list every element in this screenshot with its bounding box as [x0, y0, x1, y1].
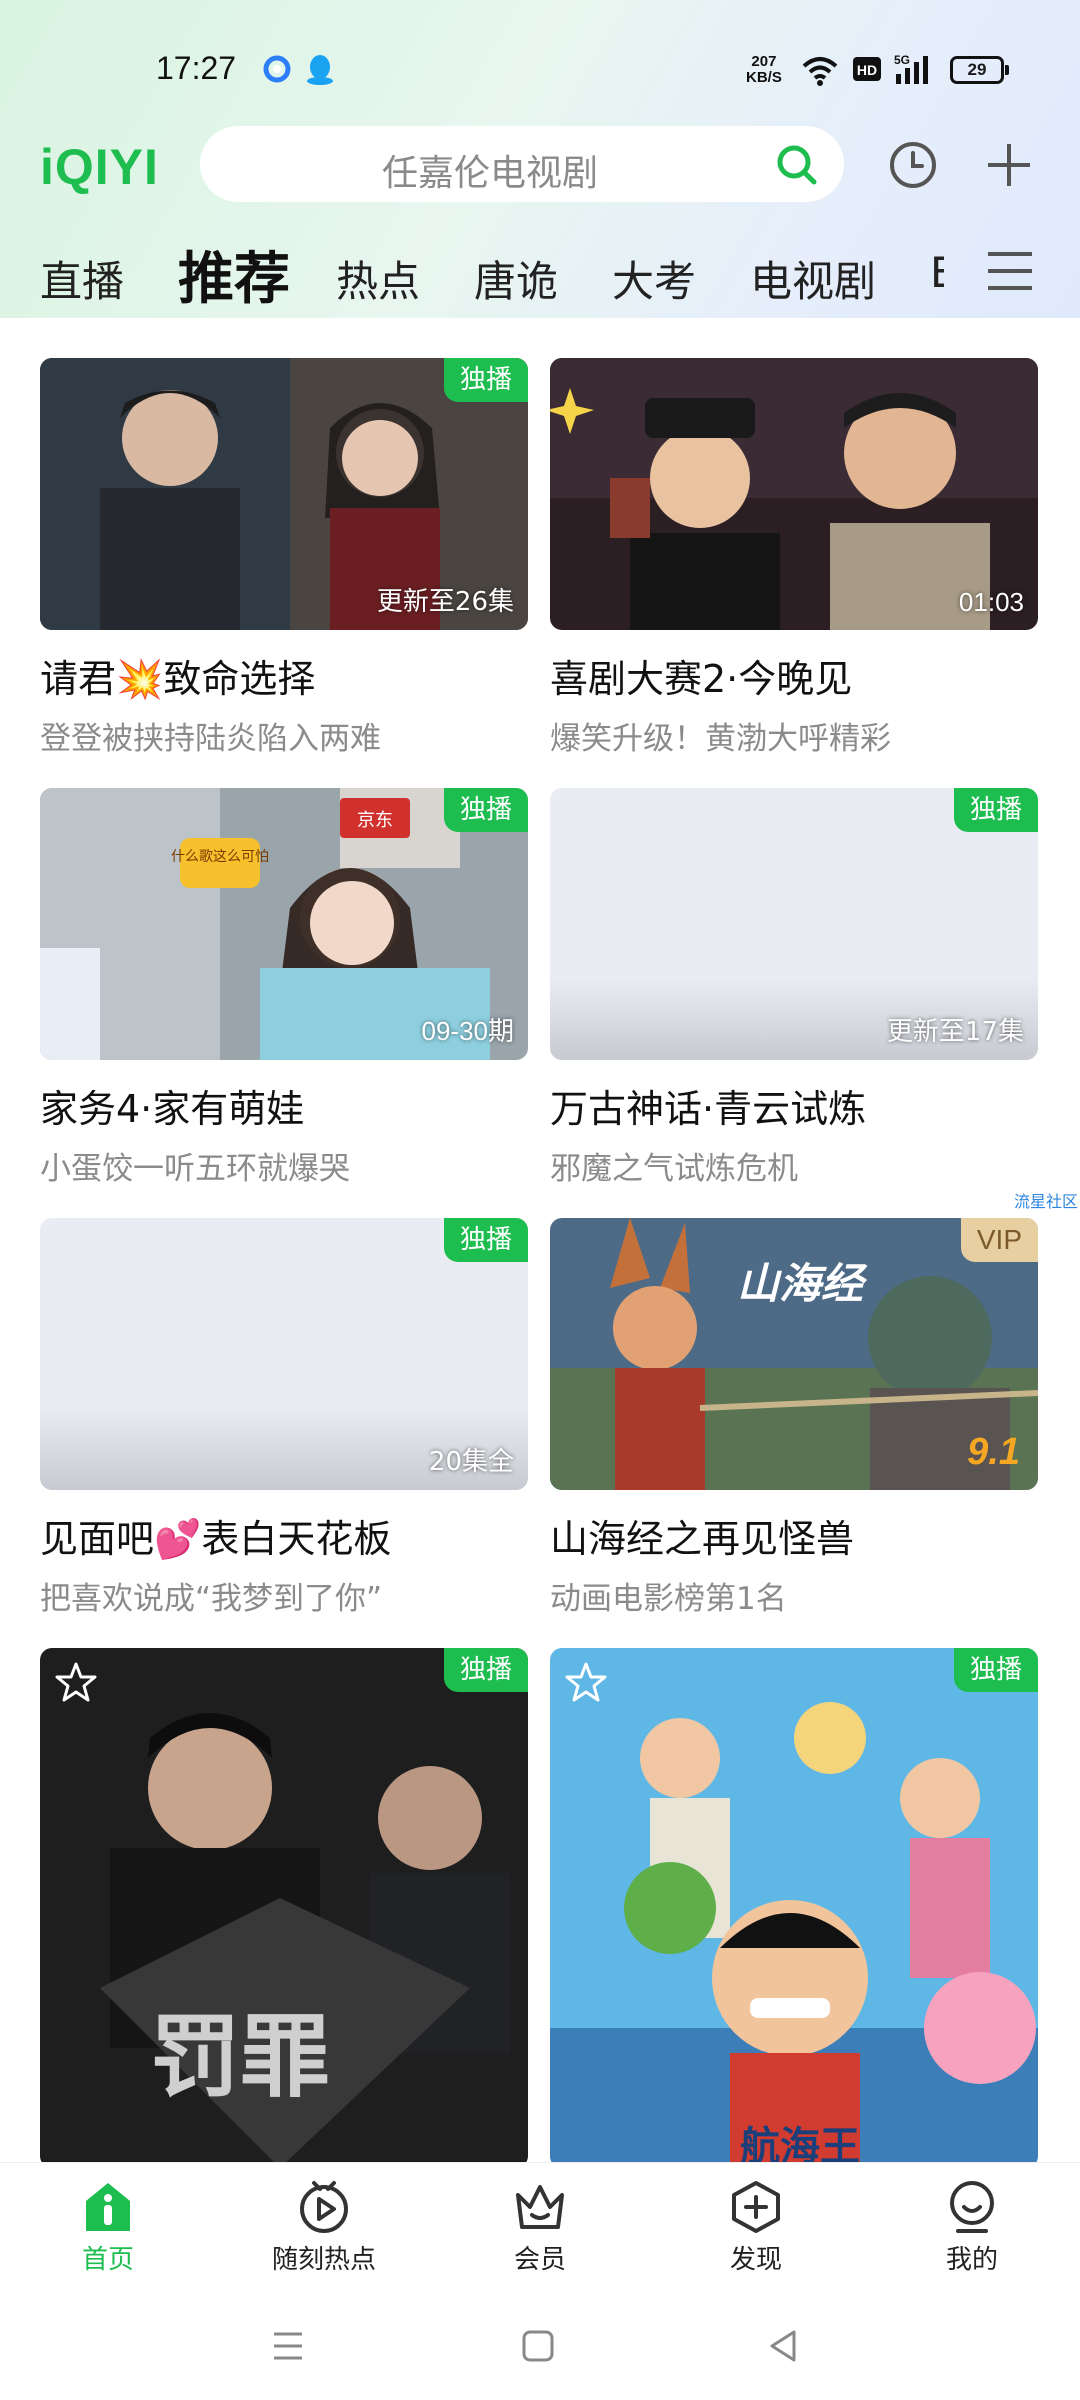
exclusive-badge: 独播	[953, 1648, 1038, 1692]
discover-plus-icon	[732, 2181, 780, 2233]
video-card[interactable]: 独播 20集全 见面吧💕表白天花板 把喜欢说成“我梦到了你”	[40, 1218, 528, 1618]
system-navigation-bar	[0, 2292, 1080, 2400]
exclusive-badge: 独播	[443, 358, 528, 402]
video-thumbnail[interactable]: 京东 什么歌这么可怕 独播 09-30期	[40, 788, 528, 1060]
episode-count: 20集全	[428, 1447, 514, 1477]
video-card[interactable]: 航海王 独播	[550, 1648, 1038, 2168]
card-subtitle: 把喜欢说成“我梦到了你”	[40, 1581, 383, 1617]
nav-hot-moments[interactable]: 随刻热点	[224, 2179, 424, 2276]
home-button-icon[interactable]	[518, 2326, 558, 2366]
poster-image: 山海经	[550, 1218, 1038, 1490]
svg-text:HD: HD	[857, 62, 877, 78]
card-title[interactable]: 喜剧大赛2·今晚见	[550, 648, 1038, 703]
nav-vip[interactable]: 会员	[440, 2179, 640, 2276]
svg-text:什么歌这么可怕: 什么歌这么可怕	[171, 848, 269, 865]
home-icon	[86, 2183, 130, 2231]
exclusive-badge: 独播	[443, 1648, 528, 1692]
exclusive-badge: 独播	[443, 1218, 528, 1262]
iqiyi-logo[interactable]: iQIYI	[40, 138, 159, 196]
community-link[interactable]: 流星社区	[1014, 1188, 1078, 1212]
history-icon[interactable]	[888, 140, 938, 190]
poster-image: 航海王	[550, 1648, 1038, 2168]
tab-menu-icon[interactable]	[986, 248, 1034, 294]
card-subtitle: 动画电影榜第1名	[550, 1581, 787, 1617]
nav-label: 会员	[513, 2245, 566, 2275]
tab-tanggui[interactable]: 唐诡	[474, 248, 558, 309]
hd-icon: HD	[853, 57, 881, 81]
video-duration: 01:03	[958, 587, 1024, 617]
video-thumbnail[interactable]: 山海经 VIP 9.1	[550, 1218, 1038, 1490]
tab-dakao[interactable]: 大考	[612, 248, 696, 309]
svg-text:山海经: 山海经	[737, 1259, 868, 1308]
crown-icon	[516, 2185, 564, 2229]
video-card[interactable]: 京东 什么歌这么可怕 独播 09-30期 家务4·家有萌娃 小蛋饺一听五环就爆哭	[40, 788, 528, 1188]
video-thumbnail[interactable]: 航海王 独播	[550, 1648, 1038, 2168]
video-card[interactable]: 山海经 VIP 9.1 山海经之再见怪兽 动画电影榜第1名	[550, 1218, 1038, 1618]
video-card[interactable]: 01:03 喜剧大赛2·今晚见 爆笑升级！黄渤大呼精彩	[550, 358, 1038, 758]
card-title[interactable]: 见面吧💕表白天花板	[40, 1508, 528, 1563]
svg-text:京东: 京东	[357, 810, 393, 831]
exclusive-badge: 独播	[443, 788, 528, 832]
video-card[interactable]: 独播 更新至17集 万古神话·青云试炼 邪魔之气试炼危机	[550, 788, 1038, 1188]
episode-update: 更新至17集	[886, 1017, 1024, 1047]
card-title[interactable]: 请君💥致命选择	[40, 648, 528, 703]
search-bar[interactable]: 任嘉伦电视剧	[200, 126, 844, 202]
nav-profile[interactable]: 我的	[872, 2179, 1072, 2276]
card-title[interactable]: 家务4·家有萌娃	[40, 1078, 528, 1133]
card-subtitle: 登登被挟持陆炎陷入两难	[40, 721, 381, 757]
status-bar: 17:27 207 KB/S HD 5G 29	[0, 0, 1080, 120]
episode-date: 09-30期	[421, 1016, 515, 1046]
tab-recommend[interactable]: 推荐	[178, 234, 290, 315]
tab-live[interactable]: 直播	[40, 248, 124, 309]
app-notification-icon	[263, 55, 291, 83]
search-icon[interactable]	[774, 142, 818, 186]
video-thumbnail[interactable]: 01:03	[550, 358, 1038, 630]
video-card[interactable]: 独播 更新至26集 请君💥致命选择 登登被挟持陆炎陷入两难	[40, 358, 528, 758]
svg-text:5G: 5G	[894, 53, 910, 67]
tab-tv-series[interactable]: 电视剧	[750, 248, 876, 309]
profile-icon	[950, 2181, 994, 2233]
card-title[interactable]: 山海经之再见怪兽	[550, 1508, 1038, 1563]
vip-badge: VIP	[960, 1218, 1038, 1262]
rating-score: 9.1	[967, 1431, 1020, 1473]
video-thumbnail[interactable]: 独播 更新至26集	[40, 358, 528, 630]
battery-indicator: 29	[950, 56, 1009, 84]
nav-label: 首页	[81, 2245, 134, 2275]
nav-discover[interactable]: 发现	[656, 2179, 856, 2276]
signal-icon: 5G	[894, 53, 928, 84]
tab-hot[interactable]: 热点	[336, 248, 420, 309]
bottom-navigation: 首页 随刻热点 会员 发现 我的	[0, 2162, 1080, 2292]
poster-image: 罚罪	[40, 1648, 528, 2168]
nav-home[interactable]: 首页	[8, 2179, 208, 2276]
net-speed-value: 207	[751, 53, 777, 70]
video-thumbnail[interactable]: 独播 更新至17集	[550, 788, 1038, 1060]
nav-label: 发现	[729, 2245, 782, 2275]
nav-label: 随刻热点	[271, 2245, 376, 2275]
card-subtitle: 小蛋饺一听五环就爆哭	[40, 1151, 350, 1187]
card-subtitle: 邪魔之气试炼危机	[550, 1151, 798, 1187]
status-time: 17:27	[156, 50, 237, 86]
star-icon[interactable]	[564, 1660, 608, 1704]
nav-label: 我的	[945, 2245, 998, 2275]
network-speed: 207 KB/S	[746, 54, 782, 86]
net-speed-unit: KB/S	[746, 69, 782, 86]
exclusive-badge: 独播	[953, 788, 1038, 832]
search-placeholder: 任嘉伦电视剧	[381, 153, 598, 194]
category-tabs: 直播 推荐 热点 唐诡 大考 电视剧 E	[0, 234, 1080, 314]
card-title[interactable]: 万古神话·青云试炼	[550, 1078, 1038, 1133]
play-circle-icon	[300, 2181, 348, 2233]
tab-clipped[interactable]: E	[930, 248, 944, 297]
qq-icon	[307, 55, 333, 85]
recent-apps-icon[interactable]	[268, 2326, 308, 2366]
back-icon[interactable]	[764, 2326, 804, 2366]
episode-update: 更新至26集	[376, 587, 514, 617]
wifi-icon	[802, 57, 838, 86]
star-icon[interactable]	[54, 1660, 98, 1704]
video-card[interactable]: 罚罪 独播	[40, 1648, 528, 2168]
video-thumbnail[interactable]: 罚罪 独播	[40, 1648, 528, 2168]
add-icon[interactable]	[984, 140, 1034, 190]
card-subtitle: 爆笑升级！黄渤大呼精彩	[550, 721, 891, 757]
video-thumbnail[interactable]: 独播 20集全	[40, 1218, 528, 1490]
svg-text:罚罪: 罚罪	[150, 2005, 330, 2110]
